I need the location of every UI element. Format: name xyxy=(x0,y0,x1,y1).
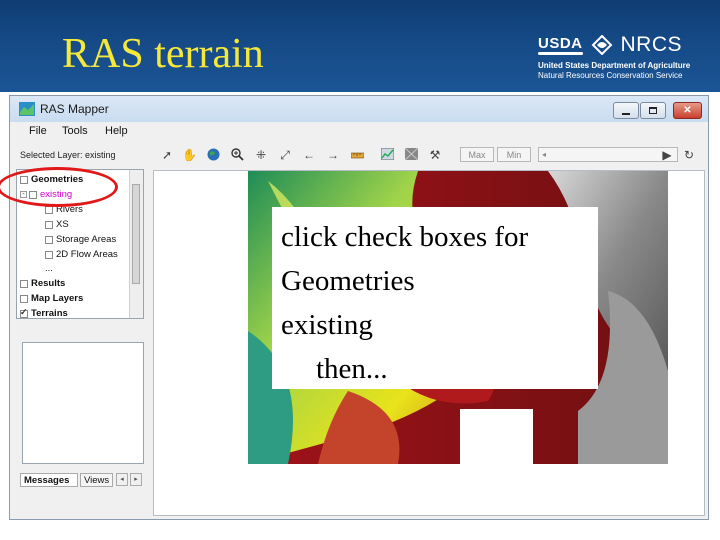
tree-scrollbar[interactable] xyxy=(129,170,143,318)
tree-label-2d-flow-areas: 2D Flow Areas xyxy=(56,249,118,260)
layer-tree: Geometries - existing Rivers XS Storage … xyxy=(16,169,144,319)
window-title: RAS Mapper xyxy=(40,102,109,116)
play-icon[interactable]: ▶ xyxy=(660,148,674,162)
menu-tools[interactable]: Tools xyxy=(62,125,88,137)
maximize-icon xyxy=(649,107,657,114)
max-button[interactable]: Max xyxy=(460,147,494,162)
forward-arrow-icon[interactable]: → xyxy=(326,148,340,162)
callout-line-1: click check boxes for xyxy=(281,221,529,253)
tree-item-geometries[interactable]: Geometries xyxy=(20,174,83,185)
logo-department-line: United States Department of Agriculture xyxy=(538,61,691,70)
min-button[interactable]: Min xyxy=(497,147,531,162)
results-checkbox[interactable] xyxy=(20,279,28,288)
usda-nrcs-logo: USDA NRCS United States Department of Ag… xyxy=(538,33,690,81)
slider-left-arrow-icon: ◂ xyxy=(542,150,547,159)
time-slider[interactable]: ◂ xyxy=(538,147,678,162)
tree-item-existing[interactable]: - existing xyxy=(20,189,72,200)
close-icon: ✕ xyxy=(683,105,692,116)
refresh-icon[interactable]: ↻ xyxy=(682,148,696,162)
flow-areas-checkbox[interactable] xyxy=(45,250,53,259)
profile-chart-icon[interactable] xyxy=(380,147,394,162)
tree-item-map-layers[interactable]: Map Layers xyxy=(20,293,83,304)
messages-pane xyxy=(22,342,144,464)
selected-layer-label: Selected Layer: existing xyxy=(20,150,116,160)
tab-messages[interactable]: Messages xyxy=(20,473,78,487)
tree-item-results[interactable]: Results xyxy=(20,278,65,289)
globe-icon[interactable] xyxy=(206,148,220,162)
zoom-in-icon[interactable] xyxy=(230,148,244,162)
callout-line-2: Geometries xyxy=(281,265,415,297)
menu-help[interactable]: Help xyxy=(105,125,128,137)
tree-label-geometries: Geometries xyxy=(31,174,84,185)
select-pointer-icon[interactable]: ➚ xyxy=(160,148,174,162)
slide-header: RAS terrain USDA NRCS United States Depa… xyxy=(0,0,720,92)
menu-bar: File Tools Help xyxy=(10,122,708,142)
measure-ruler-icon[interactable] xyxy=(350,148,364,162)
toolbar: Selected Layer: existing ➚ ✋ ⁜ ⤢ ← → ⚒ M… xyxy=(10,144,708,166)
tree-label-storage-areas: Storage Areas xyxy=(56,234,117,245)
menu-file[interactable]: File xyxy=(29,125,47,137)
expand-toggle-icon[interactable]: - xyxy=(20,191,27,198)
pan-hand-icon[interactable]: ✋ xyxy=(182,148,197,162)
minimize-icon xyxy=(622,112,630,115)
tree-item-2d-flow-areas[interactable]: 2D Flow Areas xyxy=(45,249,118,260)
map-layers-checkbox[interactable] xyxy=(20,294,28,303)
tab-scroll-left-icon[interactable]: ◂ xyxy=(116,473,128,486)
nrcs-leaf-icon xyxy=(591,35,613,55)
title-bar[interactable]: RAS Mapper ✕ xyxy=(10,96,708,122)
rivers-checkbox[interactable] xyxy=(45,205,53,214)
existing-checkbox[interactable] xyxy=(29,190,37,199)
tree-label-map-layers: Map Layers xyxy=(31,293,84,304)
tree-label-results: Results xyxy=(31,278,66,289)
xs-checkbox[interactable] xyxy=(45,220,53,229)
ras-mapper-app-icon xyxy=(19,102,35,116)
usda-wordmark: USDA xyxy=(538,35,583,55)
slide-title: RAS terrain xyxy=(62,31,264,77)
tree-item-storage-areas[interactable]: Storage Areas xyxy=(45,234,116,245)
nrcs-wordmark: NRCS xyxy=(620,33,683,56)
zoom-out-icon[interactable]: ⁜ xyxy=(254,148,268,162)
raster-grid-icon[interactable] xyxy=(404,147,418,162)
tab-scroll-right-icon[interactable]: ▸ xyxy=(130,473,142,486)
tab-views[interactable]: Views xyxy=(80,473,113,487)
full-extent-icon[interactable]: ⤢ xyxy=(278,148,292,162)
tree-label-existing: existing xyxy=(40,189,73,200)
tree-scrollbar-thumb[interactable] xyxy=(132,184,140,284)
tree-label-xs: XS xyxy=(56,219,69,230)
tree-item-rivers[interactable]: Rivers xyxy=(45,204,83,215)
tree-item-more: ... xyxy=(45,263,53,274)
paint-tool-icon[interactable]: ⚒ xyxy=(428,148,442,162)
tree-item-xs[interactable]: XS xyxy=(45,219,69,230)
geometries-checkbox[interactable] xyxy=(20,175,28,184)
tree-label-terrains: Terrains xyxy=(31,308,68,319)
tree-label-ellipsis: ... xyxy=(45,263,53,274)
storage-areas-checkbox[interactable] xyxy=(45,235,53,244)
instruction-callout: click check boxes for Geometries existin… xyxy=(272,207,598,389)
callout-line-4: then... xyxy=(316,353,388,385)
tree-item-terrains[interactable]: Terrains xyxy=(20,307,68,319)
logo-service-line: Natural Resources Conservation Service xyxy=(538,71,683,80)
close-button[interactable]: ✕ xyxy=(673,102,702,119)
tree-label-rivers: Rivers xyxy=(56,204,83,215)
maximize-button[interactable] xyxy=(640,102,666,119)
callout-line-3: existing xyxy=(281,309,373,341)
back-arrow-icon[interactable]: ← xyxy=(302,148,316,162)
terrains-checkbox[interactable] xyxy=(20,307,28,318)
minimize-button[interactable] xyxy=(613,102,639,119)
